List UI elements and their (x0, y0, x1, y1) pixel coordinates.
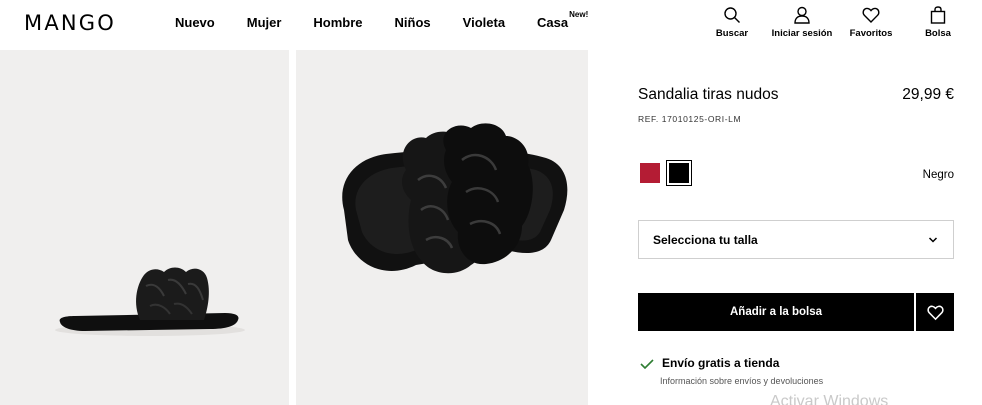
product-image-angle[interactable] (296, 50, 588, 405)
login-label: Iniciar sesión (771, 28, 833, 39)
nav-item-violeta[interactable]: Violeta (463, 15, 505, 30)
chevron-down-icon (928, 237, 938, 243)
color-swatch-red[interactable] (640, 163, 660, 183)
windows-activation-watermark: Activar Windows (770, 393, 889, 405)
sandal-angle-image (296, 50, 588, 405)
search-button[interactable]: Buscar (712, 6, 752, 39)
heart-icon (862, 7, 880, 23)
size-selector-label: Selecciona tu talla (653, 233, 758, 247)
bag-button[interactable]: Bolsa (923, 6, 953, 39)
sandal-side-image (0, 50, 289, 405)
add-to-bag-button[interactable]: Añadir a la bolsa (638, 293, 914, 331)
nav-item-hombre[interactable]: Hombre (313, 15, 362, 30)
nav-item-ninos[interactable]: Niños (395, 15, 431, 30)
favorites-label: Favoritos (849, 28, 893, 39)
favorites-button[interactable]: Favoritos (849, 6, 893, 39)
search-label: Buscar (715, 28, 749, 39)
user-icon (794, 6, 810, 24)
selected-color-name: Negro (922, 169, 954, 181)
product-price: 29,99 € (902, 86, 954, 103)
free-shipping-text: Envío gratis a tienda (662, 356, 780, 370)
bag-label: Bolsa (925, 28, 951, 39)
product-image-side[interactable] (0, 50, 289, 405)
new-badge: New! (569, 10, 589, 19)
nav-item-casa-label: Casa (537, 15, 569, 30)
site-header: MANGO Nuevo Mujer Hombre Niños Violeta C… (0, 0, 982, 50)
add-to-favorites-button[interactable] (916, 293, 954, 331)
checkmark-icon (640, 359, 654, 369)
mango-logo[interactable]: MANGO (24, 11, 116, 35)
bag-icon (930, 6, 946, 24)
product-reference: REF. 17010125-ORI-LM (638, 114, 742, 124)
login-button[interactable]: Iniciar sesión (770, 6, 834, 39)
size-selector[interactable]: Selecciona tu talla (638, 220, 954, 259)
product-title: Sandalia tiras nudos (638, 86, 779, 103)
nav-item-casa[interactable]: Casa New! (537, 10, 588, 30)
search-icon (724, 7, 740, 23)
color-swatch-black[interactable] (666, 160, 692, 186)
heart-icon (926, 305, 944, 320)
nav-item-nuevo[interactable]: Nuevo (175, 15, 215, 30)
main-nav: Nuevo Mujer Hombre Niños Violeta Casa New… (175, 10, 588, 30)
nav-item-mujer[interactable]: Mujer (247, 15, 282, 30)
shipping-info-link[interactable]: Información sobre envíos y devoluciones (660, 376, 823, 386)
